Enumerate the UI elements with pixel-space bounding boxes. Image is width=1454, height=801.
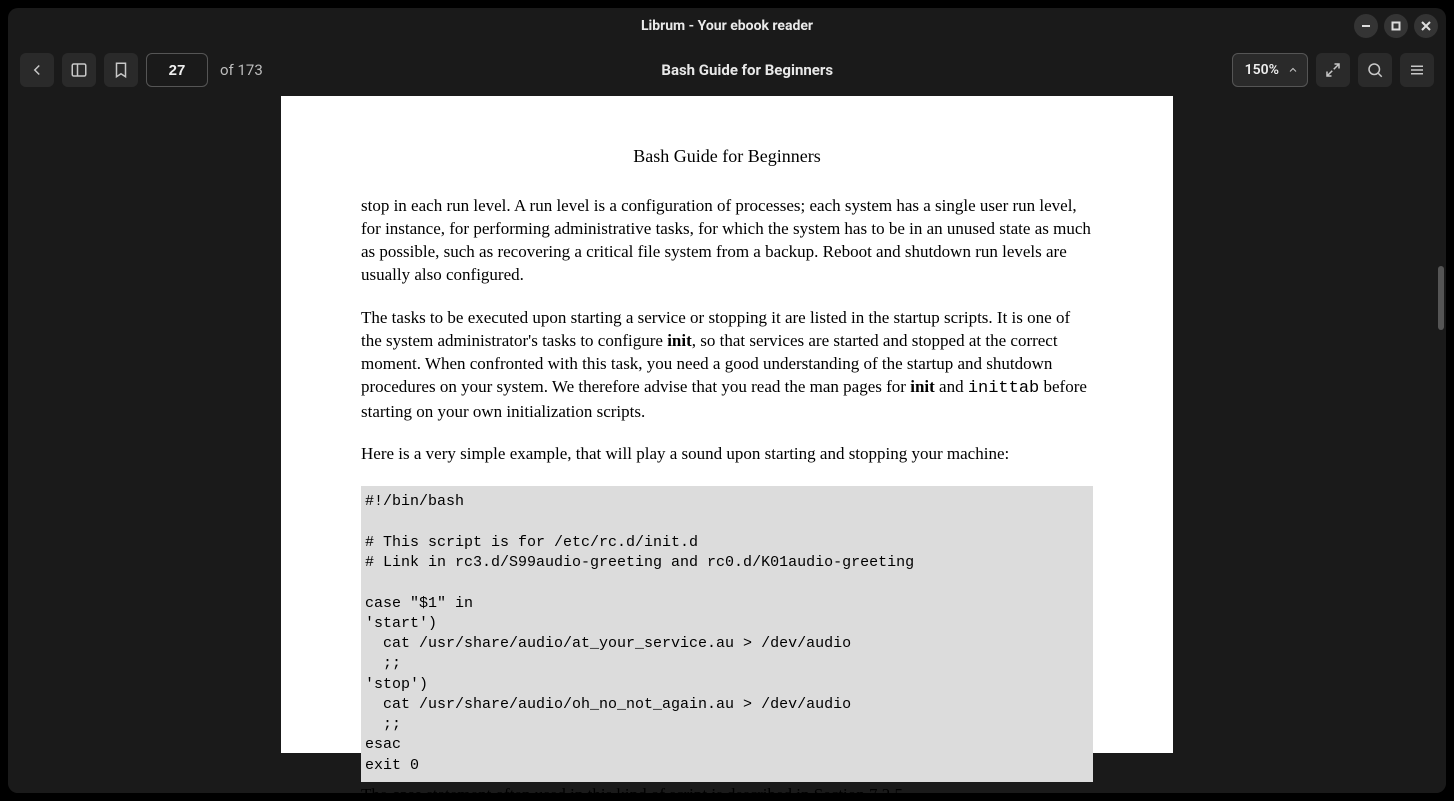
page-number-input[interactable] — [146, 53, 208, 87]
bookmark-button[interactable] — [104, 53, 138, 87]
bookmark-icon — [112, 61, 130, 79]
section-link[interactable]: Section 7.2.5 — [814, 785, 903, 793]
document-page: Bash Guide for Beginners stop in each ru… — [281, 96, 1173, 753]
hamburger-icon — [1408, 61, 1426, 79]
menu-button[interactable] — [1400, 53, 1434, 87]
document-title: Bash Guide for Beginners — [271, 61, 1224, 79]
window-controls — [1354, 14, 1438, 38]
bold-text: init — [667, 331, 692, 350]
toolbar-left: of 173 — [20, 53, 263, 87]
content-area[interactable]: Bash Guide for Beginners stop in each ru… — [8, 96, 1446, 793]
sidebar-icon — [70, 61, 88, 79]
zoom-select[interactable]: 150% — [1232, 53, 1308, 87]
search-button[interactable] — [1358, 53, 1392, 87]
back-button[interactable] — [20, 53, 54, 87]
close-button[interactable] — [1414, 14, 1438, 38]
text: and — [935, 377, 968, 396]
paragraph: Here is a very simple example, that will… — [361, 443, 1093, 466]
mono-text: inittab — [968, 379, 1039, 398]
close-icon — [1421, 21, 1431, 31]
app-window: Librum - Your ebook reader — [8, 8, 1446, 793]
maximize-button[interactable] — [1384, 14, 1408, 38]
paragraph: stop in each run level. A run level is a… — [361, 195, 1093, 287]
minimize-button[interactable] — [1354, 14, 1378, 38]
page-running-header: Bash Guide for Beginners — [361, 146, 1093, 167]
expand-icon — [1324, 61, 1342, 79]
bold-text: case — [392, 785, 422, 793]
scrollbar-thumb[interactable] — [1438, 266, 1444, 330]
zoom-value: 150% — [1245, 62, 1279, 78]
code-block: #!/bin/bash # This script is for /etc/rc… — [361, 486, 1093, 782]
search-icon — [1366, 61, 1384, 79]
text: statement often used in this kind of scr… — [422, 785, 814, 793]
paragraph: The case statement often used in this ki… — [361, 784, 1093, 793]
page-total-label: of 173 — [220, 61, 263, 79]
window-title: Librum - Your ebook reader — [641, 18, 813, 34]
text: The — [361, 785, 392, 793]
minimize-icon — [1361, 21, 1371, 31]
chevron-up-icon — [1287, 64, 1299, 76]
fullscreen-button[interactable] — [1316, 53, 1350, 87]
text: . — [903, 785, 907, 793]
titlebar: Librum - Your ebook reader — [8, 8, 1446, 44]
toolbar: of 173 Bash Guide for Beginners 150% — [8, 44, 1446, 96]
bold-text: init — [910, 377, 935, 396]
maximize-icon — [1391, 21, 1401, 31]
chevron-left-icon — [28, 61, 46, 79]
paragraph: The tasks to be executed upon starting a… — [361, 307, 1093, 424]
sidebar-toggle-button[interactable] — [62, 53, 96, 87]
toolbar-right: 150% — [1232, 53, 1434, 87]
